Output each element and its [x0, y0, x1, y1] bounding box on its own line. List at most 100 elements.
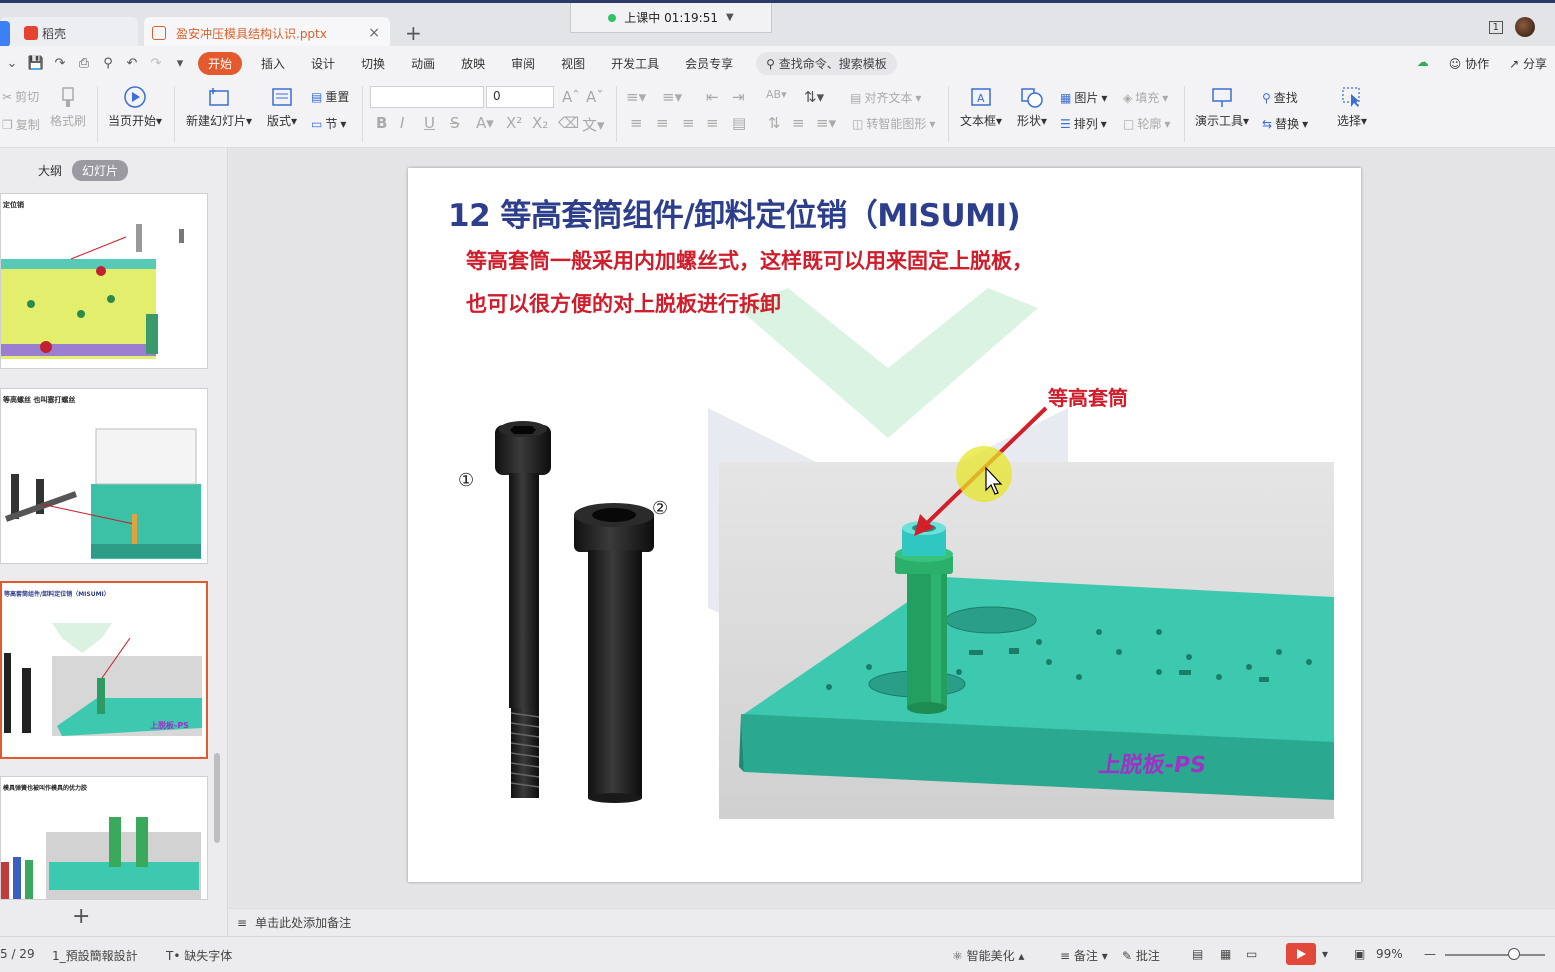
sort-icon[interactable]: ⇅▾ — [804, 88, 824, 106]
italic-icon[interactable]: I — [400, 114, 404, 132]
justify-icon[interactable]: ≡ — [706, 114, 719, 132]
menu-transitions[interactable]: 切换 — [348, 55, 398, 72]
align-text-button[interactable]: ▤ 对齐文本 ▾ — [850, 89, 921, 106]
arrange-button[interactable]: ☰ 排列 ▾ — [1060, 115, 1107, 132]
bullet-list-icon[interactable]: ≡▾ — [626, 88, 646, 106]
menu-view[interactable]: 视图 — [548, 55, 598, 72]
convert-smartart-button[interactable]: ◫ 转智能图形 ▾ — [852, 115, 935, 132]
collab-button[interactable]: ☺ 协作 — [1449, 55, 1489, 72]
play-from-current-button[interactable]: 当页开始▾ — [104, 86, 166, 129]
normal-view-icon[interactable]: ▤ — [1192, 947, 1203, 961]
page-indicator[interactable]: 1 — [1488, 20, 1503, 34]
align-right-icon[interactable]: ≡ — [682, 114, 695, 132]
menu-member[interactable]: 会员专享 — [672, 55, 746, 72]
scrollbar[interactable] — [214, 753, 220, 843]
replace-button[interactable]: ⇆ 替换 ▾ — [1262, 115, 1308, 132]
undo-icon[interactable]: ↶ — [120, 56, 144, 71]
reading-view-icon[interactable]: ▭ — [1246, 947, 1257, 961]
reset-button[interactable]: ▤ 重置 — [311, 88, 349, 105]
increase-indent-icon[interactable]: ⇥ — [732, 88, 745, 106]
customize-icon[interactable]: ▾ — [168, 56, 192, 71]
add-slide-button[interactable]: + — [72, 904, 90, 929]
print-icon[interactable]: ⎙ — [72, 56, 96, 71]
font-color-icon[interactable]: A▾ — [476, 114, 494, 132]
notes-button[interactable]: ≡ 备注 ▾ — [1060, 947, 1108, 964]
present-tools-button[interactable]: 演示工具▾ — [1192, 86, 1252, 129]
underline-icon[interactable]: U — [424, 114, 435, 132]
zoom-level[interactable]: 99% — [1376, 947, 1403, 961]
tab-document[interactable]: 盈安冲压模具结构认识.pptx × — [144, 17, 390, 49]
missing-font-button[interactable]: T• 缺失字体 — [166, 947, 232, 964]
menu-developer[interactable]: 开发工具 — [598, 55, 672, 72]
clear-format-icon[interactable]: ⌫ — [558, 114, 579, 132]
menu-animation[interactable]: 动画 — [398, 55, 448, 72]
command-search[interactable]: ⚲ 查找命令、搜索模板 — [756, 51, 897, 75]
slide-sorter-icon[interactable]: ▦ — [1220, 947, 1231, 961]
strikethrough-icon[interactable]: S — [450, 114, 460, 132]
slide-thumbnail[interactable]: 定位销 — [0, 193, 208, 369]
numbered-list-icon[interactable]: ≡▾ — [662, 88, 682, 106]
phonetic-icon[interactable]: 文▾ — [582, 114, 605, 135]
decrease-indent-icon[interactable]: ⇤ — [706, 88, 719, 106]
align-left-icon[interactable]: ≡ — [630, 114, 643, 132]
bold-icon[interactable]: B — [376, 114, 387, 132]
theme-name[interactable]: 1_預設簡報設計 — [52, 947, 138, 964]
font-size-select[interactable]: 0 — [486, 86, 554, 108]
menu-home[interactable]: 开始 — [198, 51, 243, 75]
menu-chevron-icon[interactable]: ⌄ — [0, 56, 24, 71]
fit-window-icon[interactable]: ▣ — [1354, 947, 1365, 961]
format-painter-button[interactable]: 格式刷 — [48, 86, 88, 129]
redo-icon[interactable]: ↷ — [144, 56, 168, 71]
slide[interactable]: 12 等高套筒组件/卸料定位销（MISUMI) 等高套筒一般采用内加螺丝式，这样… — [408, 168, 1361, 882]
share-button[interactable]: ↗ 分享 — [1509, 55, 1547, 72]
cut-button[interactable]: ✂ 剪切 — [2, 88, 39, 105]
chevron-down-icon[interactable]: ▼ — [726, 12, 734, 23]
zoom-out-icon[interactable]: — — [1424, 947, 1436, 961]
fill-button[interactable]: ◈ 填充 ▾ — [1123, 89, 1168, 106]
outline-button[interactable]: □ 轮廓 ▾ — [1123, 115, 1170, 132]
font-name-select[interactable] — [370, 86, 484, 108]
paragraph-spacing-icon[interactable]: ≡ — [792, 114, 805, 132]
slide-thumbnail[interactable]: 模具弹簧也被叫作模具的优力胶 — [0, 776, 208, 900]
textbox-button[interactable]: A 文本框▾ — [958, 86, 1004, 129]
picture-button[interactable]: ▦ 图片 ▾ — [1060, 89, 1107, 106]
menu-insert[interactable]: 插入 — [248, 55, 298, 72]
columns-icon[interactable]: ≡▾ — [816, 114, 836, 132]
subscript-icon[interactable]: X₂ — [532, 114, 548, 132]
copy-button[interactable]: ❐ 复制 — [2, 116, 40, 133]
tab-slides[interactable]: 幻灯片 — [72, 160, 129, 181]
section-button[interactable]: ▭ 节 ▾ — [311, 115, 346, 132]
new-slide-button[interactable]: 新建幻灯片▾ — [182, 86, 256, 129]
layout-button[interactable]: 版式▾ — [262, 86, 302, 129]
shape-button[interactable]: 形状▾ — [1014, 86, 1050, 129]
zoom-slider[interactable] — [1445, 954, 1545, 956]
avatar[interactable] — [1515, 17, 1535, 37]
text-direction-icon[interactable]: AB▾ — [766, 88, 787, 101]
align-center-icon[interactable]: ≡ — [656, 114, 669, 132]
slideshow-menu-chevron-icon[interactable]: ▾ — [1322, 947, 1328, 961]
new-tab-button[interactable]: + — [405, 21, 422, 45]
menu-review[interactable]: 审阅 — [498, 55, 548, 72]
distribute-icon[interactable]: ▤ — [732, 114, 746, 132]
class-timer[interactable]: 上课中 01:19:51 ▼ — [570, 3, 772, 33]
zoom-slider-handle[interactable] — [1508, 948, 1520, 960]
print-preview-icon[interactable]: ⚲ — [96, 56, 120, 71]
tab-outline[interactable]: 大纲 — [38, 162, 62, 179]
slideshow-play-button[interactable] — [1286, 943, 1316, 965]
superscript-icon[interactable]: X² — [506, 114, 522, 132]
notes-bar[interactable]: ≡ 单击此处添加备注 — [229, 908, 1555, 936]
tab-home[interactable]: 稻壳 — [0, 17, 138, 49]
select-button[interactable]: 选择▾ — [1332, 86, 1372, 129]
export-icon[interactable]: ↷ — [48, 56, 72, 71]
menu-slideshow[interactable]: 放映 — [448, 55, 498, 72]
close-tab-icon[interactable]: × — [368, 25, 380, 41]
menu-design[interactable]: 设计 — [298, 55, 348, 72]
beautify-button[interactable]: ⚛ 智能美化 ▴ — [952, 947, 1024, 964]
save-icon[interactable]: 💾 — [24, 56, 48, 71]
slide-thumbnail[interactable]: 等高螺丝 也叫塞打螺丝 — [0, 388, 208, 564]
shrink-font-icon[interactable]: Aˇ — [586, 88, 604, 106]
slide-thumbnail-selected[interactable]: 等高套筒组件/卸料定位销（MISUMI） 上脱板-PS — [0, 581, 208, 759]
comments-button[interactable]: ✎ 批注 — [1122, 947, 1160, 964]
cloud-sync-icon[interactable]: ☁ — [1417, 55, 1429, 72]
line-spacing-icon[interactable]: ⇅ — [768, 114, 781, 132]
